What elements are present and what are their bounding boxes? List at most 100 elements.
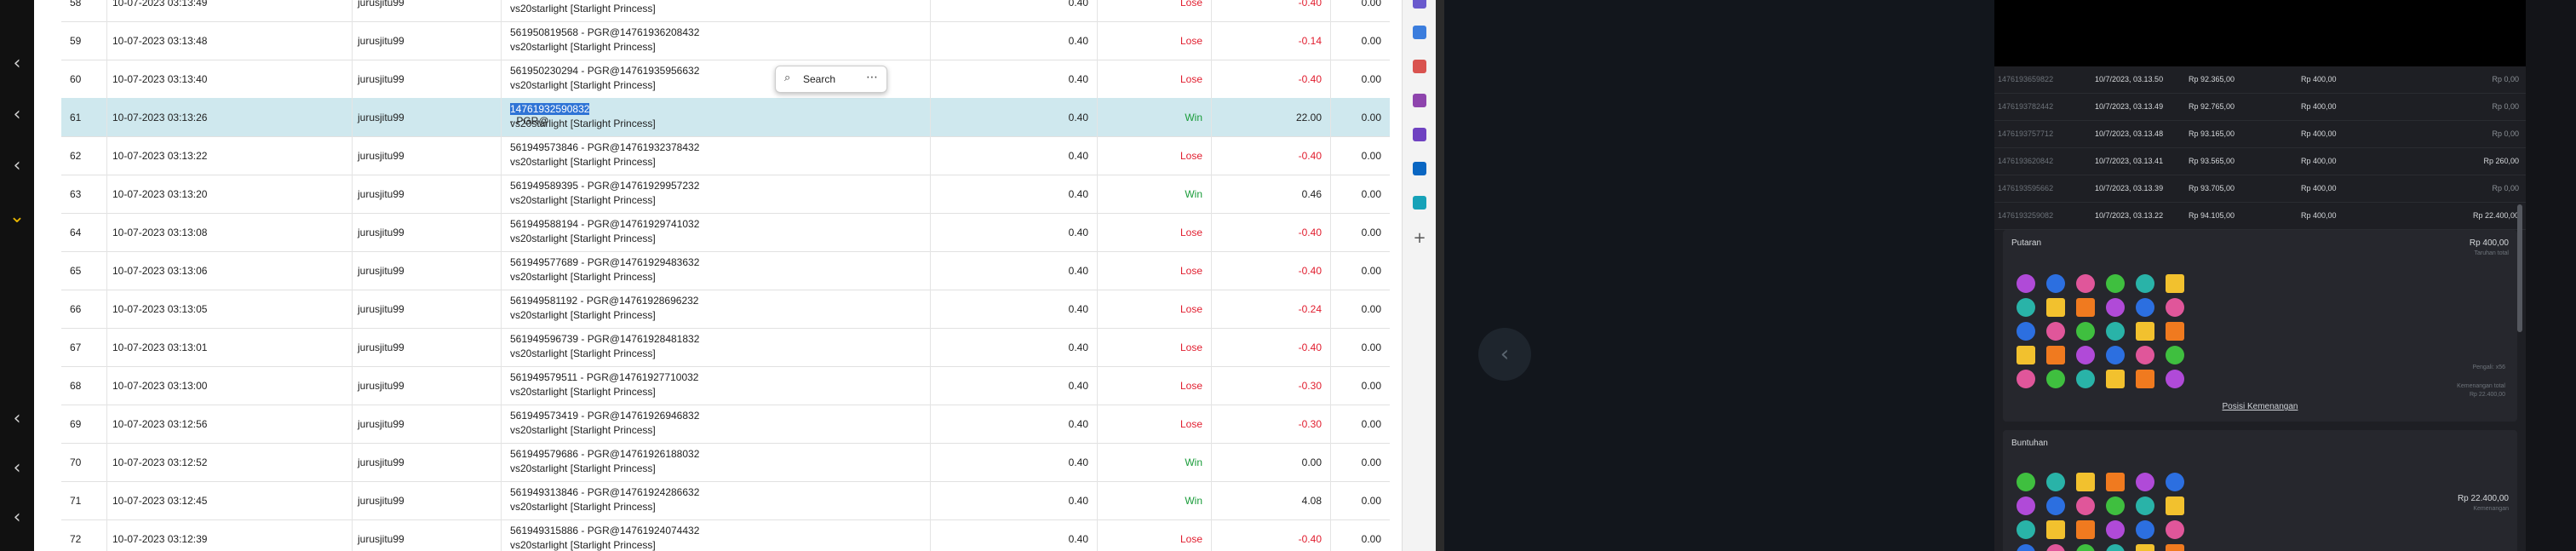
- table-row[interactable]: 6110-07-2023 03:13:26jurusjitu9956194959…: [61, 98, 1390, 137]
- detail-game: vs20starlight [Starlight Princess]: [510, 309, 656, 321]
- green-gem-icon: [2166, 346, 2184, 364]
- row-balance: 0.00: [1361, 150, 1381, 162]
- history-saldo: Rp 92.365,00: [2189, 75, 2235, 83]
- table-row[interactable]: 58 10-07-2023 03:13:49 jurusjitu99 vs20star…: [61, 0, 1390, 22]
- table-row[interactable]: 69 10-07-2023 03:12:56 jurusjitu99 56194957…: [61, 405, 1390, 444]
- selected-text[interactable]: 14761932590832: [510, 103, 590, 115]
- chevron-left-icon[interactable]: ‹: [9, 157, 26, 175]
- row-date: 10-07-2023 03:13:00: [112, 380, 208, 392]
- table-row[interactable]: 71 10-07-2023 03:12:45 jurusjitu99 56194931…: [61, 481, 1390, 520]
- game-background: ‹: [1444, 0, 1994, 551]
- outlook-extension-icon[interactable]: [1413, 162, 1426, 175]
- row-balance: 0.00: [1361, 456, 1381, 468]
- detail-game: vs20starlight [Starlight Princess]: [510, 501, 656, 513]
- row-username: jurusjitu99: [358, 342, 404, 353]
- row-username: jurusjitu99: [358, 265, 404, 277]
- history-bet: Rp 400,00: [2301, 129, 2337, 138]
- back-button[interactable]: ‹: [1478, 328, 1531, 381]
- tag-extension-icon[interactable]: [1413, 26, 1426, 39]
- detail-game: vs20starlight [Starlight Princess]: [510, 347, 656, 359]
- table-row[interactable]: 67 10-07-2023 03:13:01 jurusjitu99 56194959…: [61, 328, 1390, 367]
- more-options-icon[interactable]: ⋯: [866, 71, 878, 84]
- history-win: Rp 260,00: [2483, 157, 2519, 165]
- history-scrollbar[interactable]: [2517, 204, 2522, 332]
- history-saldo: Rp 94.105,00: [2189, 211, 2235, 220]
- table-row[interactable]: 62 10-07-2023 03:13:22 jurusjitu99 56194957…: [61, 136, 1390, 175]
- history-date: 10/7/2023, 03.13.49: [2095, 102, 2164, 111]
- chevron-down-icon[interactable]: ⌄: [9, 208, 26, 227]
- chevron-left-icon[interactable]: ‹: [9, 106, 26, 124]
- search-extension-icon[interactable]: [1413, 0, 1426, 9]
- total-win-label: Kemenangan total: [2457, 383, 2505, 389]
- row-bet: 0.40: [1068, 303, 1088, 315]
- green-gem-icon: [2046, 370, 2065, 388]
- history-row[interactable]: 1476193782442 10/7/2023, 03.13.49 Rp 92.76…: [1994, 94, 2526, 121]
- row-profit-loss: -0.40: [1298, 0, 1322, 9]
- green-gem-icon: [2076, 322, 2095, 341]
- table-row[interactable]: 68 10-07-2023 03:13:00 jurusjitu99 56194957…: [61, 366, 1390, 405]
- history-bet: Rp 400,00: [2301, 157, 2337, 165]
- row-number: 71: [70, 495, 82, 507]
- row-result: Win: [1185, 188, 1202, 200]
- table-row[interactable]: 59 10-07-2023 03:13:48 jurusjitu99 56195081…: [61, 21, 1390, 60]
- row-number: 62: [70, 150, 82, 162]
- detail-game: vs20starlight [Starlight Princess]: [510, 462, 656, 474]
- purple-gem-icon: [2136, 473, 2154, 491]
- cart-extension-icon[interactable]: [1413, 196, 1426, 209]
- search-icon[interactable]: ⌕: [784, 72, 790, 84]
- row-result: Win: [1185, 112, 1202, 123]
- plus-icon[interactable]: +: [1411, 230, 1428, 247]
- row-result: Lose: [1179, 35, 1202, 47]
- row-balance: 0.00: [1361, 303, 1381, 315]
- row-bet: 0.40: [1068, 533, 1088, 545]
- history-row[interactable]: 1476193259082 10/7/2023, 03.13.22 Rp 94.10…: [1994, 203, 2526, 230]
- winning-position-link[interactable]: Posisi Kemenangan: [2003, 402, 2517, 411]
- row-result: Lose: [1179, 303, 1202, 315]
- table-row[interactable]: 60 10-07-2023 03:13:40 jurusjitu99 56195023…: [61, 60, 1390, 99]
- row-number: 58: [70, 0, 82, 9]
- pink-gem-icon: [2136, 346, 2154, 364]
- row-number: 70: [70, 456, 82, 468]
- table-row[interactable]: 65 10-07-2023 03:13:06 jurusjitu99 56194957…: [61, 251, 1390, 290]
- row-username: jurusjitu99: [358, 533, 404, 545]
- table-row[interactable]: 72 10-07-2023 03:12:39 jurusjitu99 56194931…: [61, 519, 1390, 551]
- history-date: 10/7/2023, 03.13.48: [2095, 129, 2164, 138]
- table-row[interactable]: 63 10-07-2023 03:13:20 jurusjitu99 56194958…: [61, 175, 1390, 214]
- chevron-left-icon[interactable]: ‹: [9, 508, 26, 527]
- yellow-gem-icon: [2046, 520, 2065, 539]
- row-date: 10-07-2023 03:12:39: [112, 533, 208, 545]
- table-row[interactable]: 66 10-07-2023 03:13:05 jurusjitu99 56194958…: [61, 290, 1390, 329]
- history-row[interactable]: 1476193620842 10/7/2023, 03.13.41 Rp 93.56…: [1994, 148, 2526, 175]
- table-row[interactable]: 64 10-07-2023 03:13:08 jurusjitu99 56194958…: [61, 213, 1390, 252]
- row-date: 10-07-2023 03:12:45: [112, 495, 208, 507]
- history-id: 1476193782442: [1998, 102, 2054, 111]
- row-profit-loss: -0.30: [1298, 380, 1322, 392]
- row-profit-loss: -0.40: [1298, 265, 1322, 277]
- row-number: 63: [70, 188, 82, 200]
- table-row[interactable]: 70 10-07-2023 03:12:52 jurusjitu99 56194957…: [61, 443, 1390, 482]
- row-username: jurusjitu99: [358, 188, 404, 200]
- selection-popup[interactable]: ⌕ Search ⋯: [775, 66, 887, 93]
- row-balance: 0.00: [1361, 112, 1381, 123]
- history-row[interactable]: 1476193659822 10/7/2023, 03.13.50 Rp 92.36…: [1994, 66, 2526, 94]
- chevron-left-icon[interactable]: ‹: [9, 410, 26, 428]
- search-button[interactable]: Search: [803, 73, 835, 85]
- chevron-left-icon[interactable]: ‹: [9, 459, 26, 478]
- row-bet: 0.40: [1068, 227, 1088, 238]
- briefcase-extension-icon[interactable]: [1413, 60, 1426, 73]
- teal-gem-icon: [2106, 544, 2125, 551]
- yellow-gem-icon: [2046, 298, 2065, 317]
- row-number: 72: [70, 533, 82, 545]
- buntuhan-amount: Rp 22.400,00: [2457, 494, 2509, 503]
- row-username: jurusjitu99: [358, 0, 404, 9]
- row-result: Lose: [1179, 150, 1202, 162]
- row-number: 59: [70, 35, 82, 47]
- history-id: 1476193595662: [1998, 184, 2054, 192]
- history-row[interactable]: 1476193757712 10/7/2023, 03.13.48 Rp 93.16…: [1994, 121, 2526, 148]
- detail-id: 561949588194 - PGR@14761929741032: [510, 218, 700, 230]
- user-extension-icon[interactable]: [1413, 94, 1426, 107]
- chevron-left-icon[interactable]: ‹: [9, 55, 26, 73]
- history-row[interactable]: 1476193595662 10/7/2023, 03.13.39 Rp 93.70…: [1994, 175, 2526, 203]
- history-saldo: Rp 93.565,00: [2189, 157, 2235, 165]
- games-extension-icon[interactable]: [1413, 128, 1426, 141]
